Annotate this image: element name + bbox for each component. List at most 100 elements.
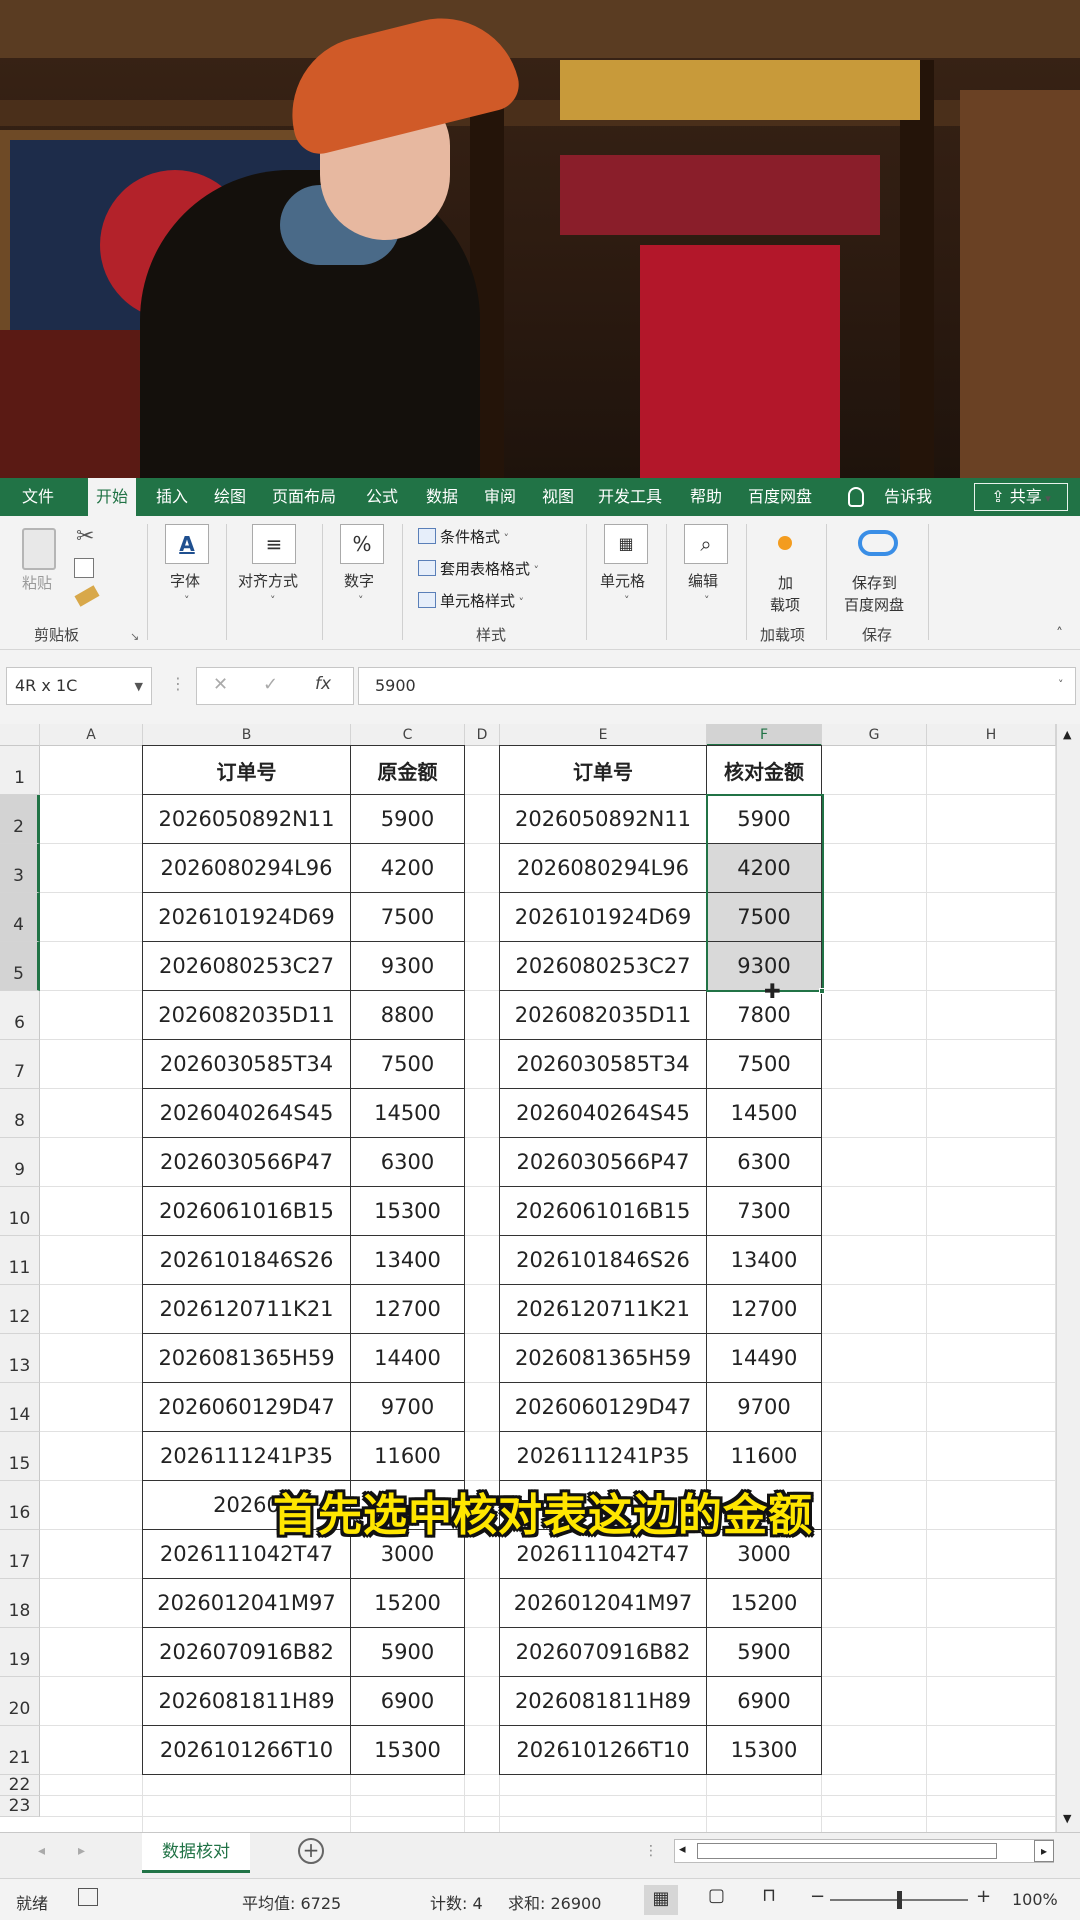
cells-icon[interactable]: ▦ — [604, 524, 648, 564]
row-header-5[interactable]: 5 — [0, 942, 40, 991]
row-header-20[interactable]: 20 — [0, 1677, 40, 1726]
cancel-icon[interactable]: ✕ — [213, 674, 228, 695]
column-header-a[interactable]: A — [40, 724, 143, 746]
tab-formulas[interactable]: 公式 — [366, 478, 398, 516]
row-header-11[interactable]: 11 — [0, 1236, 40, 1285]
tab-data[interactable]: 数据 — [426, 478, 458, 516]
order-id-cell[interactable]: 2026030585T34 — [500, 1040, 707, 1089]
order-id-cell[interactable]: 2026080294L96 — [500, 844, 707, 893]
page-layout-view-icon[interactable]: ▢ — [708, 1885, 725, 1906]
row-header-17[interactable]: 17 — [0, 1530, 40, 1579]
amount-cell[interactable]: 13400 — [707, 1236, 822, 1285]
amount-cell[interactable]: 7500 — [351, 893, 465, 942]
amount-cell[interactable]: 6300 — [707, 1138, 822, 1187]
prev-sheet-icon[interactable]: ◂ — [38, 1843, 45, 1859]
order-id-cell[interactable]: 2026030566P47 — [143, 1138, 351, 1187]
order-id-cell[interactable]: 2026081365H59 — [500, 1334, 707, 1383]
row-header-15[interactable]: 15 — [0, 1432, 40, 1481]
page-break-view-icon[interactable]: ⊓ — [762, 1885, 776, 1906]
number-button[interactable]: 数字 — [344, 570, 374, 591]
amount-cell[interactable]: 14500 — [351, 1089, 465, 1138]
name-box[interactable]: 4R x 1C ▼ — [6, 667, 152, 705]
order-id-cell[interactable]: 2026080253C27 — [500, 942, 707, 991]
row-header-13[interactable]: 13 — [0, 1334, 40, 1383]
save-baidu-label-1[interactable]: 保存到 — [852, 572, 897, 593]
row-header-10[interactable]: 10 — [0, 1187, 40, 1236]
amount-cell[interactable]: 8800 — [351, 991, 465, 1040]
tab-file[interactable]: 文件 — [22, 478, 54, 516]
fill-handle[interactable] — [819, 988, 825, 994]
next-sheet-icon[interactable]: ▸ — [78, 1843, 85, 1859]
order-id-cell[interactable]: 2026101266T10 — [143, 1726, 351, 1775]
order-id-cell[interactable]: 2026070916B82 — [143, 1628, 351, 1677]
amount-cell[interactable]: 14490 — [707, 1334, 822, 1383]
order-id-cell[interactable]: 2026080253C27 — [143, 942, 351, 991]
column-header-g[interactable]: G — [822, 724, 927, 746]
order-id-cell[interactable]: 2026101924D69 — [143, 893, 351, 942]
amount-cell[interactable]: 6300 — [351, 1138, 465, 1187]
order-id-cell[interactable]: 2026082035D11 — [500, 991, 707, 1040]
tab-home[interactable]: 开始 — [88, 478, 137, 516]
worksheet-grid[interactable]: A B C D E F G H 1 2 3 4 5 6 7 8 9 10 11 12 13 14 15 16 17 18 19 20 2… — [0, 724, 1080, 1832]
baidu-netdisk-icon[interactable] — [858, 530, 898, 556]
tab-review[interactable]: 审阅 — [484, 478, 516, 516]
order-id-cell[interactable]: 2026061016B15 — [143, 1187, 351, 1236]
tab-baidu-netdisk[interactable]: 百度网盘 — [748, 478, 812, 516]
addins-icon[interactable] — [778, 536, 792, 550]
font-icon[interactable]: A — [165, 524, 209, 564]
sheet-tab-data-check[interactable]: 数据核对 — [142, 1833, 250, 1873]
order-id-cell[interactable]: 2026081811H89 — [500, 1677, 707, 1726]
amount-cell[interactable]: 15300 — [351, 1726, 465, 1775]
order-id-cell[interactable]: 2026081811H89 — [143, 1677, 351, 1726]
amount-cell[interactable]: 9700 — [707, 1383, 822, 1432]
order-id-cell[interactable]: 2026012041M97 — [500, 1579, 707, 1628]
order-id-cell[interactable]: 2026030585T34 — [143, 1040, 351, 1089]
amount-cell[interactable]: 11600 — [351, 1432, 465, 1481]
tab-developer[interactable]: 开发工具 — [598, 478, 662, 516]
amount-cell[interactable]: 4200 — [351, 844, 465, 893]
row-header-18[interactable]: 18 — [0, 1579, 40, 1628]
order-id-cell[interactable]: 2026101266T10 — [500, 1726, 707, 1775]
save-baidu-label-2[interactable]: 百度网盘 — [844, 594, 904, 615]
scroll-right-icon[interactable]: ▸ — [1034, 1840, 1054, 1862]
order-id-cell[interactable]: 2026012041M97 — [143, 1579, 351, 1628]
insert-function-icon[interactable]: fx — [315, 674, 331, 694]
row-header-14[interactable]: 14 — [0, 1383, 40, 1432]
scroll-up-icon[interactable]: ▲ — [1063, 728, 1071, 741]
order-id-cell[interactable]: 2026082035D11 — [143, 991, 351, 1040]
amount-cell[interactable]: 6900 — [707, 1677, 822, 1726]
expand-formula-bar-icon[interactable]: ˅ — [1058, 678, 1064, 691]
amount-cell[interactable]: 7500 — [707, 893, 822, 942]
order-id-cell[interactable]: 2026111241P35 — [143, 1432, 351, 1481]
tell-me-search[interactable]: 告诉我 — [884, 478, 932, 516]
order-id-cell[interactable]: 2026070916B82 — [500, 1628, 707, 1677]
amount-cell[interactable]: 15300 — [351, 1187, 465, 1236]
row-header-21[interactable]: 21 — [0, 1726, 40, 1775]
row-header-16[interactable]: 16 — [0, 1481, 40, 1530]
order-id-cell[interactable]: 2026080294L96 — [143, 844, 351, 893]
row-header-19[interactable]: 19 — [0, 1628, 40, 1677]
macro-record-icon[interactable] — [78, 1888, 98, 1906]
format-painter-icon[interactable] — [74, 585, 100, 607]
conditional-format-button[interactable]: 条件格式 ˅ — [418, 526, 509, 547]
format-as-table-button[interactable]: 套用表格格式 ˅ — [418, 558, 539, 579]
order-id-cell[interactable]: 2026101846S26 — [143, 1236, 351, 1285]
table-header-left-1[interactable]: 原金额 — [351, 746, 465, 795]
row-header-22[interactable]: 22 — [0, 1775, 40, 1796]
cells-button[interactable]: 单元格 — [600, 570, 645, 591]
cell-styles-button[interactable]: 单元格样式 ˅ — [418, 590, 524, 611]
addins-label-1[interactable]: 加 — [778, 572, 793, 593]
amount-cell[interactable]: 4200 — [707, 844, 822, 893]
amount-cell[interactable]: 15200 — [351, 1579, 465, 1628]
row-header-9[interactable]: 9 — [0, 1138, 40, 1187]
amount-cell[interactable]: 7300 — [707, 1187, 822, 1236]
order-id-cell[interactable]: 2026111241P35 — [500, 1432, 707, 1481]
percent-icon[interactable]: % — [340, 524, 384, 564]
dialog-launcher-icon[interactable]: ↘ — [130, 630, 139, 643]
add-sheet-icon[interactable]: + — [298, 1838, 324, 1864]
table-header-left-0[interactable]: 订单号 — [143, 746, 351, 795]
column-header-h[interactable]: H — [927, 724, 1056, 746]
tab-insert[interactable]: 插入 — [156, 478, 188, 516]
row-header-23[interactable]: 23 — [0, 1796, 40, 1817]
editing-button[interactable]: 编辑 — [688, 570, 718, 591]
